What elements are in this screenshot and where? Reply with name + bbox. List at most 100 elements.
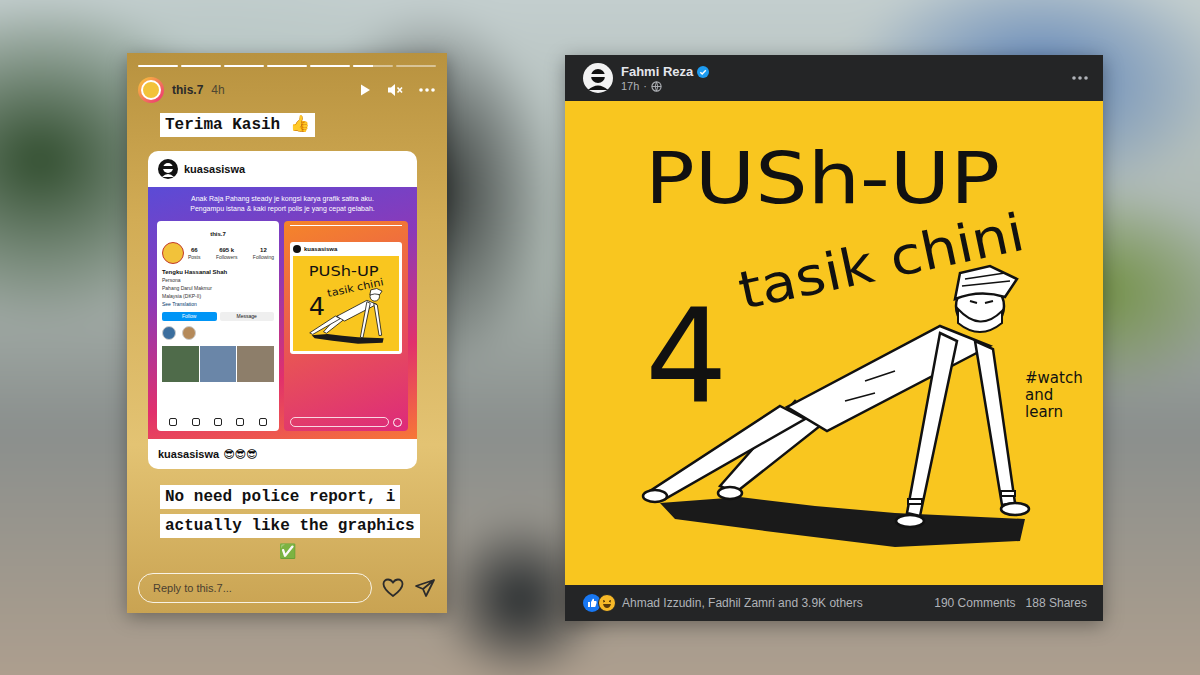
banner-line: Anak Raja Pahang steady je kongsi karya … [157, 194, 408, 204]
profile-username: this.7 [162, 230, 274, 238]
kuasasiswa-avatar-icon[interactable] [158, 159, 178, 179]
progress-fill [353, 65, 373, 67]
status-bar [162, 224, 274, 229]
profile-avatar-icon [162, 242, 184, 264]
time-separator: · [643, 80, 647, 92]
progress-fill [224, 65, 264, 67]
haha-reaction-icon[interactable] [598, 594, 616, 612]
mini-heart-icon [393, 418, 402, 427]
highlight-icon [162, 326, 176, 340]
progress-fill [267, 65, 307, 67]
banner-text: Anak Raja Pahang steady je kongsi karya … [157, 194, 408, 214]
author-name[interactable]: Fahmi Reza [621, 64, 693, 79]
profile-bio-line: Persona [162, 277, 274, 284]
grid-photo [200, 346, 237, 382]
thumbnail: this.7 4h Terima Kasih 👍 kuasasiswa Anak Raj… [0, 0, 1200, 675]
profile-screenshot: this.7 66Posts 695 kFollowers 12Following Te… [157, 221, 279, 431]
shared-post-card[interactable]: kuasasiswa Anak Raja Pahang steady je kon… [148, 151, 417, 469]
mini-reply-field [290, 417, 389, 427]
artwork-hashtag: and [1025, 386, 1053, 404]
story-header: this.7 4h [138, 77, 436, 103]
caption-username[interactable]: kuasasiswa [158, 448, 219, 460]
instagram-story: this.7 4h Terima Kasih 👍 kuasasiswa Anak Raj… [127, 53, 447, 613]
facebook-post: Fahmi Reza17h · PUSh-UP 4tasik chini #watcha… [565, 55, 1103, 621]
reaction-summary[interactable]: Ahmad Izzudin, Fadhil Zamri and 3.9K oth… [622, 596, 863, 610]
profile-stat: 66Posts [188, 247, 201, 260]
progress-segment [353, 65, 393, 67]
post-footer: Ahmad Izzudin, Fadhil Zamri and 3.9K oth… [565, 585, 1103, 621]
svg-text:tasik chini: tasik chini [326, 275, 384, 299]
progress-segment [138, 65, 178, 67]
mini-progress [290, 225, 402, 226]
caption-text: 😎😎😎 [223, 448, 257, 461]
satire-artwork[interactable]: PUSh-UP 4tasik chini #watchandlearn [565, 101, 1103, 585]
progress-segment [267, 65, 307, 67]
mini-username: kuasasiswa [304, 245, 337, 253]
shared-post-header: kuasasiswa [148, 151, 417, 187]
progress-segment [396, 65, 436, 67]
svg-text:PUSh-UP: PUSh-UP [309, 263, 379, 279]
profile-bio-line: Pahang Darul Makmur [162, 285, 274, 292]
artwork-subtitle: tasik chini [733, 202, 1029, 321]
progress-segment [224, 65, 264, 67]
artwork-title: PUSh-UP [645, 136, 1000, 220]
story-message: No need police report, i actually like th… [160, 485, 436, 559]
profile-stat: 12Following [253, 247, 274, 260]
message-line: actually like the graphics [160, 514, 420, 538]
progress-fill [310, 65, 350, 67]
nav-icon [192, 418, 200, 426]
highlight-icon [182, 326, 196, 340]
story-progress [138, 65, 436, 67]
profile-name: Tengku Hassanal Shah [162, 268, 274, 276]
progress-segment [181, 65, 221, 67]
shadow [660, 497, 1025, 547]
profile-bio-line: Malaysia (DKP-II) [162, 293, 274, 300]
nav-icon [236, 418, 244, 426]
globe-icon [651, 81, 662, 92]
nav-icon [169, 418, 177, 426]
mini-avatar-icon [293, 245, 301, 253]
reply-bar: Reply to this.7... [138, 573, 436, 603]
story-username[interactable]: this.7 [172, 83, 203, 97]
thanks-sticker: Terima Kasih 👍 [160, 113, 436, 137]
profile-button: Message [220, 312, 275, 321]
author-avatar-icon[interactable] [583, 63, 613, 93]
mute-icon[interactable] [386, 82, 404, 98]
user-avatar-icon[interactable] [138, 77, 164, 103]
send-icon[interactable] [414, 578, 436, 598]
post-header: Fahmi Reza17h · [565, 55, 1103, 101]
progress-segment [310, 65, 350, 67]
more-icon[interactable] [418, 87, 436, 93]
progress-fill [181, 65, 221, 67]
nav-icon [259, 418, 267, 426]
mini-shared-card: kuasasiswa PUSh-UP 4tasik chini [290, 242, 402, 354]
more-icon[interactable] [1071, 75, 1089, 81]
pushup-figure [643, 266, 1029, 527]
sticker-text: Terima Kasih 👍 [160, 113, 315, 137]
artwork-number: 4 [645, 280, 728, 432]
post-time[interactable]: 17h [621, 80, 639, 92]
nav-icon [214, 418, 222, 426]
artwork-hashtag: learn [1025, 403, 1063, 421]
play-icon[interactable] [358, 83, 372, 97]
shared-post-caption: kuasasiswa 😎😎😎 [148, 439, 417, 469]
message-mark: ✅ [279, 543, 296, 559]
comment-count[interactable]: 190 Comments [934, 596, 1015, 610]
verified-badge-icon [697, 66, 709, 78]
profile-stat: 695 kFollowers [216, 247, 237, 260]
shared-post-username[interactable]: kuasasiswa [184, 163, 245, 175]
grid-photo [237, 346, 274, 382]
story-time: 4h [211, 83, 224, 97]
message-line: No need police report, i [160, 485, 400, 509]
story-screenshot: kuasasiswa PUSh-UP 4tasik chini [284, 221, 408, 431]
svg-text:4: 4 [309, 291, 325, 321]
reply-field[interactable]: Reply to this.7... [138, 573, 372, 603]
heart-icon[interactable] [382, 578, 404, 598]
shared-post-image: Anak Raja Pahang steady je kongsi karya … [148, 187, 417, 439]
mini-artwork: PUSh-UP 4tasik chini [293, 256, 399, 351]
progress-fill [138, 65, 178, 67]
banner-line: Pengampu istana & kaki report polis je y… [157, 204, 408, 214]
artwork-hashtag: #watch [1025, 369, 1083, 387]
profile-button: Follow [162, 312, 217, 321]
share-count[interactable]: 188 Shares [1026, 596, 1087, 610]
